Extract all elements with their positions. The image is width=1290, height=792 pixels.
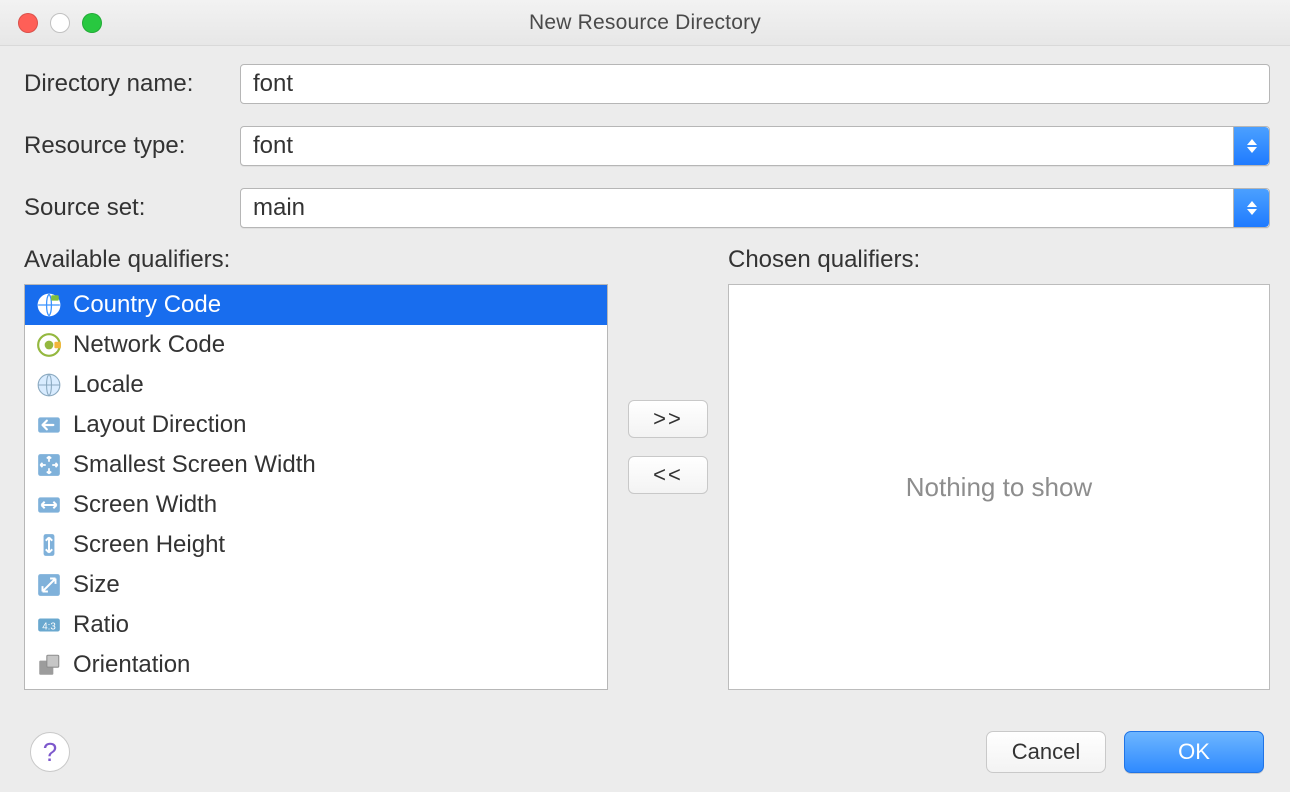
qualifier-item-network-code[interactable]: Network Code (25, 325, 607, 365)
qualifier-item-screen-height[interactable]: Screen Height (25, 525, 607, 565)
arrow-left-box-icon (35, 411, 63, 439)
ok-button[interactable]: OK (1124, 731, 1264, 773)
chevrons-updown-icon[interactable] (1233, 127, 1269, 165)
qualifier-item-label: Screen Height (73, 531, 225, 559)
window-controls (18, 13, 102, 33)
resource-type-value: font (253, 132, 293, 160)
qualifier-item-country-code[interactable]: Country Code (25, 285, 607, 325)
orientation-icon (35, 651, 63, 679)
dialog-footer: ? Cancel OK (0, 712, 1290, 792)
chosen-qualifiers-label: Chosen qualifiers: (728, 246, 1270, 274)
chosen-qualifiers-list[interactable]: Nothing to show (728, 284, 1270, 690)
chosen-empty-text: Nothing to show (906, 472, 1092, 503)
move-right-button[interactable]: >> (628, 400, 708, 438)
globe-flag-icon (35, 291, 63, 319)
qualifier-item-label: Smallest Screen Width (73, 451, 316, 479)
resource-type-combobox[interactable]: font (240, 126, 1270, 166)
source-set-combobox[interactable]: main (240, 188, 1270, 228)
minimize-window-icon[interactable] (50, 13, 70, 33)
available-qualifiers-list[interactable]: Country Code Network Code Locale (24, 284, 608, 690)
source-set-value: main (253, 194, 305, 222)
resource-type-label: Resource type: (24, 132, 210, 160)
arrows-out-icon (35, 451, 63, 479)
source-set-label: Source set: (24, 194, 210, 222)
qualifier-item-label: Orientation (73, 651, 190, 679)
qualifier-item-label: Locale (73, 371, 144, 399)
chevrons-updown-icon[interactable] (1233, 189, 1269, 227)
arrow-width-icon (35, 491, 63, 519)
qualifier-item-layout-direction[interactable]: Layout Direction (25, 405, 607, 445)
qualifier-item-label: Ratio (73, 611, 129, 639)
globe-icon (35, 371, 63, 399)
title-bar: New Resource Directory (0, 0, 1290, 46)
move-left-button[interactable]: << (628, 456, 708, 494)
qualifier-item-label: Country Code (73, 291, 221, 319)
qualifier-item-label: Size (73, 571, 120, 599)
qualifier-item-label: Network Code (73, 331, 225, 359)
qualifier-item-size[interactable]: Size (25, 565, 607, 605)
diagonal-arrow-icon (35, 571, 63, 599)
network-icon (35, 331, 63, 359)
arrow-height-icon (35, 531, 63, 559)
directory-name-label: Directory name: (24, 70, 210, 98)
svg-text:4:3: 4:3 (42, 621, 56, 632)
qualifier-item-locale[interactable]: Locale (25, 365, 607, 405)
qualifier-item-ratio[interactable]: 4:3 Ratio (25, 605, 607, 645)
ratio-icon: 4:3 (35, 611, 63, 639)
qualifier-item-label: Screen Width (73, 491, 217, 519)
directory-name-value: font (253, 70, 293, 98)
qualifier-item-screen-width[interactable]: Screen Width (25, 485, 607, 525)
directory-name-input[interactable]: font (240, 64, 1270, 104)
close-window-icon[interactable] (18, 13, 38, 33)
qualifier-item-smallest-screen-width[interactable]: Smallest Screen Width (25, 445, 607, 485)
available-qualifiers-label: Available qualifiers: (24, 246, 608, 274)
cancel-button[interactable]: Cancel (986, 731, 1106, 773)
qualifier-item-label: Layout Direction (73, 411, 246, 439)
window-title: New Resource Directory (0, 11, 1290, 35)
qualifier-item-orientation[interactable]: Orientation (25, 645, 607, 685)
zoom-window-icon[interactable] (82, 13, 102, 33)
help-button[interactable]: ? (30, 732, 70, 772)
